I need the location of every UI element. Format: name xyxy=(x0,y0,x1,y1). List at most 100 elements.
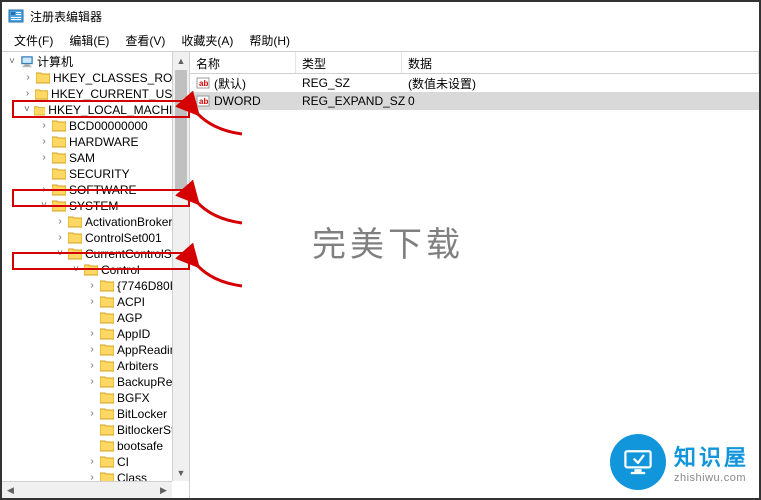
chevron-right-icon[interactable]: › xyxy=(38,150,50,166)
tree-node-arbiters[interactable]: › Arbiters xyxy=(2,358,189,374)
tree-node-guid[interactable]: ›{7746D80F xyxy=(2,278,189,294)
chevron-right-icon[interactable]: › xyxy=(86,374,98,390)
tree-node-appreadin[interactable]: ›AppReadin xyxy=(2,342,189,358)
menu-edit[interactable]: 编辑(E) xyxy=(61,30,117,51)
tree-node-backupres[interactable]: ›BackupRes xyxy=(2,374,189,390)
chevron-right-icon[interactable]: › xyxy=(86,326,98,342)
chevron-right-icon[interactable]: › xyxy=(38,118,50,134)
folder-icon xyxy=(100,312,114,324)
tree-node-acpi[interactable]: › ACPI xyxy=(2,294,189,310)
tree-node-currentcontrolset[interactable]: ˅ CurrentControlSet xyxy=(2,246,189,262)
chevron-down-icon[interactable]: ˅ xyxy=(22,102,32,118)
folder-icon xyxy=(35,88,48,100)
scroll-down-icon[interactable]: ▼ xyxy=(173,464,189,481)
svg-text:ab: ab xyxy=(199,79,208,88)
scrollbar-thumb[interactable] xyxy=(175,70,187,190)
tree-label: Arbiters xyxy=(117,358,158,374)
registry-tree[interactable]: ˅ 计算机 ›HKEY_CLASSES_ROOT ›HKEY_CURRENT_U… xyxy=(2,52,189,498)
tree-node-system[interactable]: ˅SYSTEM xyxy=(2,198,189,214)
tree-label: bootsafe xyxy=(117,438,163,454)
chevron-right-icon[interactable]: › xyxy=(86,294,98,310)
chevron-right-icon[interactable]: › xyxy=(22,86,33,102)
folder-icon xyxy=(100,408,114,420)
column-header-name[interactable]: 名称 xyxy=(190,52,296,73)
value-data: 0 xyxy=(402,93,759,109)
computer-icon xyxy=(20,55,34,69)
scroll-right-icon[interactable]: ▶ xyxy=(155,482,172,498)
list-header: 名称 类型 数据 xyxy=(190,52,759,74)
tree-node-control[interactable]: ˅Control xyxy=(2,262,189,278)
tree-node-security[interactable]: ›SECURITY xyxy=(2,166,189,182)
folder-icon xyxy=(52,120,66,132)
tree-node-sam[interactable]: › SAM xyxy=(2,150,189,166)
chevron-down-icon[interactable]: ˅ xyxy=(6,54,18,70)
tree-node-computer[interactable]: ˅ 计算机 xyxy=(2,54,189,70)
column-header-data[interactable]: 数据 xyxy=(402,52,759,73)
folder-icon xyxy=(34,104,45,116)
tree-label: HKEY_CURRENT_USER xyxy=(51,86,189,102)
svg-text:ab: ab xyxy=(199,97,208,106)
tree-node-software[interactable]: ›SOFTWARE xyxy=(2,182,189,198)
tree-scrollbar-horizontal[interactable]: ◀ ▶ xyxy=(2,481,172,498)
tree-node-bootsafe[interactable]: ›bootsafe xyxy=(2,438,189,454)
value-type: REG_EXPAND_SZ xyxy=(296,93,402,109)
tree-label: CurrentControlSet xyxy=(85,246,182,262)
chevron-down-icon[interactable]: ˅ xyxy=(38,198,50,214)
value-name: (默认) xyxy=(214,75,246,92)
chevron-right-icon[interactable]: › xyxy=(86,454,98,470)
tree-label: ControlSet001 xyxy=(85,230,162,246)
tree-node-ci[interactable]: ›CI xyxy=(2,454,189,470)
string-value-icon: ab xyxy=(196,94,210,108)
menu-help[interactable]: 帮助(H) xyxy=(241,30,298,51)
tree-label: BGFX xyxy=(117,390,150,406)
tree-label: BitlockerSt xyxy=(117,422,174,438)
folder-icon xyxy=(100,376,114,388)
tree-node-hardware[interactable]: ›HARDWARE xyxy=(2,134,189,150)
chevron-right-icon[interactable]: › xyxy=(86,278,98,294)
tree-node-agp[interactable]: ›AGP xyxy=(2,310,189,326)
scroll-up-icon[interactable]: ▲ xyxy=(173,52,189,69)
chevron-right-icon[interactable]: › xyxy=(22,70,34,86)
tree-node-appid[interactable]: ›AppID xyxy=(2,326,189,342)
folder-icon xyxy=(100,296,114,308)
tree-label: HKEY_CLASSES_ROOT xyxy=(53,70,189,86)
tree-label: 计算机 xyxy=(37,54,73,70)
chevron-down-icon[interactable]: ˅ xyxy=(54,246,66,262)
chevron-right-icon[interactable]: › xyxy=(54,230,66,246)
chevron-right-icon[interactable]: › xyxy=(38,182,50,198)
chevron-right-icon[interactable]: › xyxy=(38,134,50,150)
list-row[interactable]: ab DWORD REG_EXPAND_SZ 0 xyxy=(190,92,759,110)
tree-node-bitlocker[interactable]: ›BitLocker xyxy=(2,406,189,422)
tree-label: ACPI xyxy=(117,294,145,310)
tree-node-hkcu[interactable]: › HKEY_CURRENT_USER xyxy=(2,86,189,102)
chevron-right-icon[interactable]: › xyxy=(54,214,66,230)
tree-label: AGP xyxy=(117,310,142,326)
tree-node-activationbroker[interactable]: ›ActivationBroker xyxy=(2,214,189,230)
tree-node-bitlockerst[interactable]: ›BitlockerSt xyxy=(2,422,189,438)
menu-favorites[interactable]: 收藏夹(A) xyxy=(173,30,241,51)
tree-label: SAM xyxy=(69,150,95,166)
scroll-left-icon[interactable]: ◀ xyxy=(2,482,19,498)
tree-node-bgfx[interactable]: ›BGFX xyxy=(2,390,189,406)
menu-view[interactable]: 查看(V) xyxy=(117,30,173,51)
chevron-right-icon[interactable]: › xyxy=(86,406,98,422)
chevron-right-icon[interactable]: › xyxy=(86,358,98,374)
menu-file[interactable]: 文件(F) xyxy=(6,30,61,51)
tree-scrollbar-vertical[interactable]: ▲ ▼ xyxy=(172,52,189,481)
list-row[interactable]: ab (默认) REG_SZ (数值未设置) xyxy=(190,74,759,92)
chevron-down-icon[interactable]: ˅ xyxy=(70,262,82,278)
titlebar: 注册表编辑器 xyxy=(2,2,759,30)
chevron-right-icon[interactable]: › xyxy=(86,342,98,358)
value-data: (数值未设置) xyxy=(402,74,759,93)
column-header-type[interactable]: 类型 xyxy=(296,52,402,73)
values-list[interactable]: ab (默认) REG_SZ (数值未设置) ab DWORD REG_EXPA… xyxy=(190,74,759,110)
tree-node-hkcr[interactable]: › HKEY_CLASSES_ROOT xyxy=(2,70,189,86)
source-badge: 知识屋 zhishiwu.com xyxy=(610,434,749,490)
tree-node-hklm[interactable]: ˅HKEY_LOCAL_MACHINE xyxy=(2,102,189,118)
content-area: ˅ 计算机 ›HKEY_CLASSES_ROOT ›HKEY_CURRENT_U… xyxy=(2,52,759,498)
window-title: 注册表编辑器 xyxy=(30,8,102,25)
tree-node-controlset001[interactable]: › ControlSet001 xyxy=(2,230,189,246)
folder-icon xyxy=(100,280,114,292)
menubar: 文件(F) 编辑(E) 查看(V) 收藏夹(A) 帮助(H) xyxy=(2,30,759,52)
tree-node-bcd[interactable]: ›BCD00000000 xyxy=(2,118,189,134)
